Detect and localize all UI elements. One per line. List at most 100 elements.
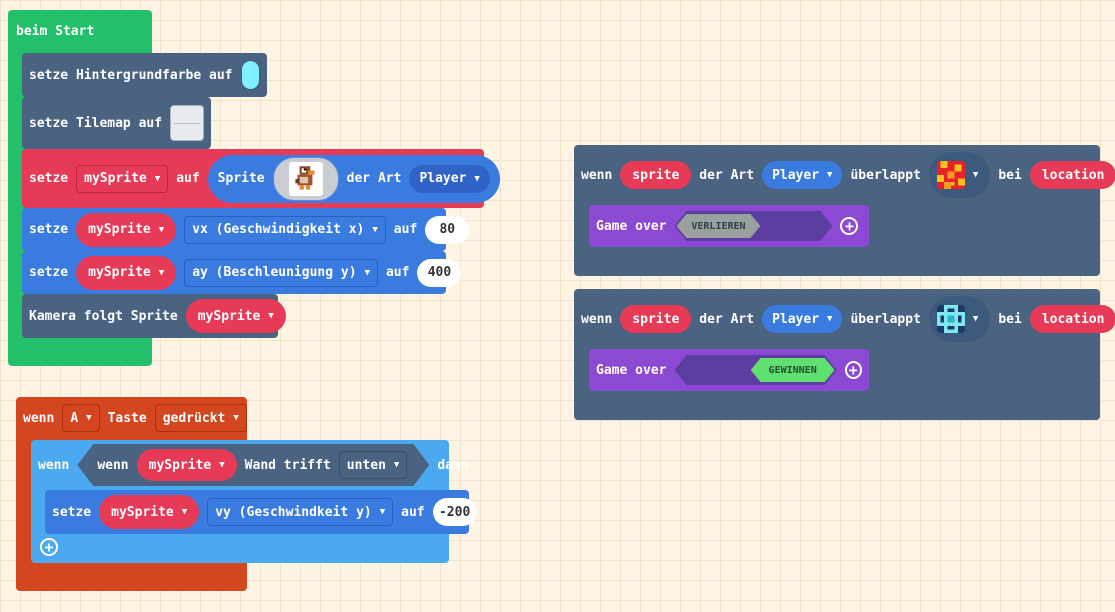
sprite-label: sprite: [632, 311, 680, 327]
to-label: auf: [401, 504, 425, 520]
add-else-plus-icon[interactable]: +: [40, 538, 58, 556]
sprite-label: sprite: [632, 167, 680, 183]
overlap-event-header-lose: wenn sprite der Art Player ▼ überlappt ▼ …: [574, 147, 1115, 203]
location-pill[interactable]: location: [1029, 161, 1115, 189]
sprite-variable-pill[interactable]: mySprite ▼: [76, 255, 177, 290]
number-input[interactable]: 400: [417, 258, 462, 287]
sprite-variable-pill[interactable]: mySprite ▼: [76, 212, 177, 247]
on-start-header: beim Start: [16, 24, 95, 39]
variable-name: mySprite: [148, 457, 212, 473]
kind-dropdown[interactable]: Player ▼: [409, 164, 490, 193]
sprite-variable-pill[interactable]: mySprite ▼: [99, 495, 200, 529]
set-ay-block[interactable]: setze mySprite ▼ ay (Beschleunigung y) ▼ a…: [22, 251, 462, 294]
sprite-variable-pill[interactable]: mySprite ▼: [185, 299, 286, 333]
chevron-down-icon: ▼: [158, 267, 165, 278]
add-parameter-plus-icon[interactable]: +: [840, 217, 859, 235]
game-over-block-win[interactable]: Game over GEWINNEN +: [589, 349, 869, 391]
location-label: location: [1041, 311, 1105, 327]
location-pill[interactable]: location: [1029, 305, 1115, 333]
button-value: A: [70, 410, 79, 426]
overlaps-label: überlappt: [850, 167, 921, 183]
property-dropdown[interactable]: vx (Geschwindigkeit x) ▼: [184, 215, 386, 244]
sprite-pill[interactable]: sprite: [620, 161, 692, 189]
result-value-win: GEWINNEN: [751, 358, 835, 382]
game-over-label: Game over: [596, 362, 667, 378]
color-swatch[interactable]: [240, 60, 260, 90]
state-dropdown[interactable]: gedrückt ▼: [154, 404, 247, 432]
camera-follow-block[interactable]: Kamera folgt Sprite mySprite ▼: [22, 294, 286, 338]
chevron-down-icon: ▼: [972, 314, 979, 324]
set-tilemap-block[interactable]: setze Tilemap auf: [22, 97, 211, 149]
kind-label: der Art: [699, 167, 755, 183]
create-sprite-block[interactable]: Sprite der Art Player ▼: [207, 154, 500, 203]
set-background-label: setze Hintergrundfarbe auf: [29, 67, 233, 83]
when-label: wenn: [581, 167, 613, 183]
camera-follow-label: Kamera folgt Sprite: [29, 308, 178, 324]
key-label: Taste: [107, 410, 147, 426]
kind-dropdown[interactable]: Player ▼: [762, 305, 843, 333]
property-value: ay (Beschleunigung y): [192, 265, 357, 280]
chevron-down-icon: ▼: [474, 173, 480, 184]
tile-picker[interactable]: ▼: [928, 152, 991, 198]
duck-sprite-icon: [288, 161, 323, 196]
result-value-lose: VERLIEREN: [676, 214, 760, 238]
number-input[interactable]: 80: [425, 215, 470, 244]
kind-label: der Art: [346, 171, 402, 186]
state-value: gedrückt: [162, 410, 226, 426]
sprite-image-picker[interactable]: [272, 156, 339, 201]
variable-name: mySprite: [111, 504, 174, 520]
set-vx-block[interactable]: setze mySprite ▼ vx (Geschwindigkeit x) ▼ …: [22, 208, 470, 251]
number-input[interactable]: -200: [432, 498, 477, 526]
kind-value: Player: [772, 311, 820, 327]
sprite-pill[interactable]: sprite: [620, 305, 692, 333]
set-label: setze: [29, 222, 69, 237]
at-label: bei: [998, 311, 1022, 327]
when-label: wenn: [581, 311, 613, 327]
variable-name: mySprite: [197, 308, 261, 324]
result-toggle-lose[interactable]: VERLIEREN: [674, 211, 832, 241]
variable-dropdown[interactable]: mySprite ▼: [76, 164, 169, 193]
chevron-down-icon: ▼: [154, 173, 161, 184]
if-label: wenn: [38, 457, 70, 473]
kind-value: Player: [419, 171, 467, 186]
property-dropdown[interactable]: ay (Beschleunigung y) ▼: [184, 258, 378, 287]
result-toggle-win[interactable]: GEWINNEN: [674, 355, 836, 385]
at-label: bei: [998, 167, 1022, 183]
set-label: setze: [29, 265, 69, 280]
location-label: location: [1041, 167, 1105, 183]
kind-label: der Art: [699, 311, 755, 327]
tile-picker[interactable]: ▼: [928, 296, 991, 342]
set-label: setze: [52, 504, 92, 520]
set-tilemap-label: setze Tilemap auf: [29, 115, 163, 131]
game-over-label: Game over: [596, 218, 667, 234]
chevron-down-icon: ▼: [181, 507, 188, 517]
chevron-down-icon: ▼: [827, 170, 833, 180]
empty-tilemap-icon: [174, 122, 201, 124]
chevron-down-icon: ▼: [972, 170, 979, 180]
condition-when-label: wenn: [97, 457, 129, 473]
button-event-header: wenn A ▼ Taste gedrückt ▼: [16, 397, 247, 439]
wall-hits-label: Wand trifft: [244, 457, 331, 473]
variable-name: mySprite: [88, 265, 151, 280]
set-label: setze: [29, 171, 69, 186]
chevron-down-icon: ▼: [233, 413, 239, 423]
side-dropdown[interactable]: unten ▼: [339, 451, 408, 479]
wall-hit-condition[interactable]: wenn mySprite ▼ Wand trifft unten ▼: [77, 444, 429, 486]
overlap-event-header-win: wenn sprite der Art Player ▼ überlappt ▼ …: [574, 291, 1115, 347]
property-value: vy (Geschwindkeit y): [215, 504, 372, 520]
sprite-variable-pill[interactable]: mySprite ▼: [137, 449, 237, 481]
tilemap-picker[interactable]: [170, 105, 204, 141]
add-parameter-plus-icon[interactable]: +: [844, 361, 862, 379]
property-value: vx (Geschwindigkeit x): [192, 222, 365, 237]
set-sprite-block[interactable]: setze mySprite ▼ auf Sprite der Art Playe…: [22, 149, 500, 208]
cyan-diamond-tile-icon: [936, 305, 965, 333]
property-dropdown[interactable]: vy (Geschwindkeit y) ▼: [207, 498, 394, 526]
variable-name: mySprite: [84, 171, 147, 186]
button-dropdown[interactable]: A ▼: [62, 404, 100, 432]
kind-value: Player: [772, 167, 820, 183]
game-over-block-lose[interactable]: Game over VERLIEREN +: [589, 205, 869, 247]
kind-dropdown[interactable]: Player ▼: [762, 161, 843, 189]
variable-name: mySprite: [88, 222, 151, 237]
set-background-color-block[interactable]: setze Hintergrundfarbe auf: [22, 53, 267, 97]
set-vy-block[interactable]: setze mySprite ▼ vy (Geschwindkeit y) ▼ au…: [45, 490, 477, 534]
